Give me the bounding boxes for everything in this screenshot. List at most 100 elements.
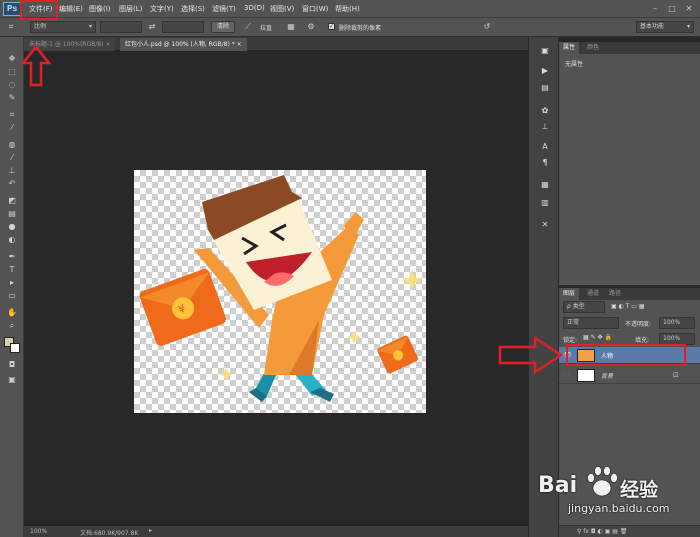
layer-actions-icons[interactable]: ⚲ fx ◘ ◐ ▣ ▤ 🗑 — [577, 528, 627, 535]
menu-select[interactable]: 选择(S) — [181, 4, 205, 14]
lasso-tool-icon[interactable]: ◌ — [5, 79, 19, 90]
opacity-label: 不透明度: — [625, 321, 652, 328]
grid-overlay-icon[interactable]: ▦ — [284, 21, 298, 32]
eraser-tool-icon[interactable]: ◩ — [5, 195, 19, 206]
opacity-input[interactable]: 100% — [659, 317, 695, 329]
hand-tool-icon[interactable]: ✋ — [5, 307, 19, 318]
info-icon[interactable]: ▦ — [539, 179, 551, 191]
layers-panel-tabs: 图层 通道 路径 — [559, 288, 700, 300]
menu-bar: Ps 文件(F) 编辑(E) 图像(I) 图层(L) 文字(Y) 选择(S) 滤… — [0, 0, 700, 18]
clear-button[interactable]: 清除 — [211, 21, 235, 33]
straighten-label: 拉直 — [260, 25, 273, 32]
crop-tool-icon[interactable]: ⌗ — [4, 21, 18, 32]
blend-mode-select[interactable]: 正常 — [563, 317, 619, 329]
layer-comps-icon[interactable]: ▤ — [539, 82, 551, 94]
tools-preset-icon[interactable]: ✕ — [539, 219, 551, 231]
blur-tool-icon[interactable]: ● — [5, 221, 19, 232]
red-envelope-left: ¥ — [139, 268, 226, 346]
path-select-tool-icon[interactable]: ▸ — [5, 277, 19, 288]
menu-image[interactable]: 图像(I) — [89, 4, 111, 14]
fill-value: 100% — [663, 335, 681, 342]
sparkle-2 — [347, 330, 361, 344]
sparkle-3 — [219, 367, 233, 381]
document-tabs: 未标题-1 @ 100%(RGB/8) × 红包小人.psd @ 100% (人… — [24, 37, 528, 51]
photoshop-logo: Ps — [3, 2, 21, 16]
panel-dock: ▣ ▶ ▤ ✿ ⊥ A ¶ ▦ ▥ ✕ — [528, 37, 558, 537]
gear-icon[interactable]: ⚙ — [304, 21, 318, 32]
document-size: 文档:680.9K/907.8K — [80, 530, 139, 537]
lock-icons[interactable]: ▦ ✎ ✥ 🔒 — [583, 334, 612, 341]
brush-panel-icon[interactable]: ✿ — [539, 105, 551, 117]
layer-filter-select[interactable]: ρ 类型 — [563, 301, 605, 313]
lock-label: 锁定: — [563, 337, 578, 344]
history-icon[interactable]: ▣ — [539, 45, 551, 57]
minimize-button[interactable]: – — [650, 4, 660, 14]
tab-channels[interactable]: 通道 — [583, 288, 603, 300]
watermark-url: jingyan.baidu.com — [568, 502, 670, 515]
width-input[interactable] — [100, 21, 142, 33]
menu-window[interactable]: 窗口(W) — [302, 4, 328, 14]
ratio-select[interactable]: 比例 ▾ — [30, 21, 96, 33]
menu-filter[interactable]: 滤镜(T) — [212, 4, 236, 14]
close-window-button[interactable]: ✕ — [684, 4, 694, 14]
screen-mode-icon[interactable]: ▣ — [5, 374, 19, 385]
tab-paths[interactable]: 路径 — [605, 288, 625, 300]
zoom-tool-icon[interactable]: ⌕ — [5, 320, 19, 331]
menu-edit[interactable]: 编辑(E) — [59, 4, 83, 14]
dodge-tool-icon[interactable]: ◐ — [5, 234, 19, 245]
clone-source-icon[interactable]: ⊥ — [539, 121, 551, 133]
type-tool-icon[interactable]: T — [5, 264, 19, 275]
history-brush-tool-icon[interactable]: ↶ — [5, 178, 19, 189]
notes-icon[interactable]: ▥ — [539, 197, 551, 209]
chevron-right-icon[interactable]: ▸ — [149, 527, 152, 534]
delete-cropped-label: 删除裁剪的像素 — [339, 25, 382, 32]
menu-view[interactable]: 视图(V) — [270, 4, 294, 14]
delete-cropped-checkbox[interactable]: ✓ — [328, 23, 335, 30]
move-tool-icon[interactable]: ✥ — [5, 53, 19, 64]
zoom-level[interactable]: 100% — [30, 528, 47, 535]
red-envelope-right — [377, 335, 419, 374]
workspace-select[interactable]: 基本功能 ▾ — [636, 21, 694, 33]
background-color-swatch[interactable] — [10, 343, 20, 353]
actions-icon[interactable]: ▶ — [539, 65, 551, 77]
menu-layer[interactable]: 图层(L) — [119, 4, 142, 14]
tab-layers[interactable]: 图层 — [559, 288, 580, 300]
character-panel-icon[interactable]: A — [539, 141, 551, 153]
pen-tool-icon[interactable]: ✒ — [5, 251, 19, 262]
canvas-area[interactable]: ¥ — [24, 51, 528, 525]
reset-icon[interactable]: ↺ — [480, 21, 494, 32]
tab-color[interactable]: 颜色 — [583, 42, 603, 54]
tab-properties[interactable]: 属性 — [559, 42, 580, 54]
quick-select-tool-icon[interactable]: ✎ — [5, 92, 19, 103]
layer-thumbnail — [577, 369, 595, 382]
marquee-tool-icon[interactable]: ⬚ — [5, 66, 19, 77]
watermark-brand: Bai — [538, 473, 578, 498]
filter-icons[interactable]: ▣ ◐ T ▭ ▦ — [611, 303, 645, 310]
paragraph-panel-icon[interactable]: ¶ — [539, 157, 551, 169]
chevron-down-icon: ▾ — [686, 23, 690, 30]
crop-tool-icon[interactable]: ⌗ — [5, 109, 19, 120]
brush-tool-icon[interactable]: ⁄ — [5, 152, 19, 163]
straighten-icon[interactable]: ⟋ — [241, 21, 255, 32]
menu-help[interactable]: 帮助(H) — [335, 4, 360, 14]
workspace-value: 基本功能 — [640, 23, 665, 30]
gradient-tool-icon[interactable]: ▤ — [5, 208, 19, 219]
healing-brush-tool-icon[interactable]: ◍ — [5, 139, 19, 150]
height-input[interactable] — [162, 21, 204, 33]
shape-tool-icon[interactable]: ▭ — [5, 290, 19, 301]
watermark-brand-2: 经验 — [620, 479, 659, 501]
up-arrow-icon — [21, 45, 51, 87]
eyedropper-tool-icon[interactable]: ⁄ — [5, 122, 19, 133]
fill-label: 填充: — [635, 337, 650, 344]
menu-3d[interactable]: 3D(D) — [244, 4, 265, 12]
layer-row-background[interactable]: □ 背景 ⊡ — [559, 367, 700, 384]
clone-stamp-tool-icon[interactable]: ⊥ — [5, 165, 19, 176]
menu-type[interactable]: 文字(Y) — [150, 4, 174, 14]
swap-icon[interactable]: ⇄ — [145, 21, 159, 32]
restore-button[interactable]: □ — [667, 4, 677, 14]
tab-hongbao-xiaoren[interactable]: 红包小人.psd @ 100% (人物, RGB/8) * × — [120, 38, 247, 51]
quick-mask-icon[interactable]: ◘ — [5, 359, 19, 370]
character-illustration: ¥ — [139, 175, 422, 402]
tools-panel: ✥ ⬚ ◌ ✎ ⌗ ⁄ ◍ ⁄ ⊥ ↶ ◩ ▤ ● ◐ ✒ T ▸ ▭ ✋ ⌕ … — [0, 37, 24, 537]
document-canvas[interactable]: ¥ — [134, 170, 426, 413]
